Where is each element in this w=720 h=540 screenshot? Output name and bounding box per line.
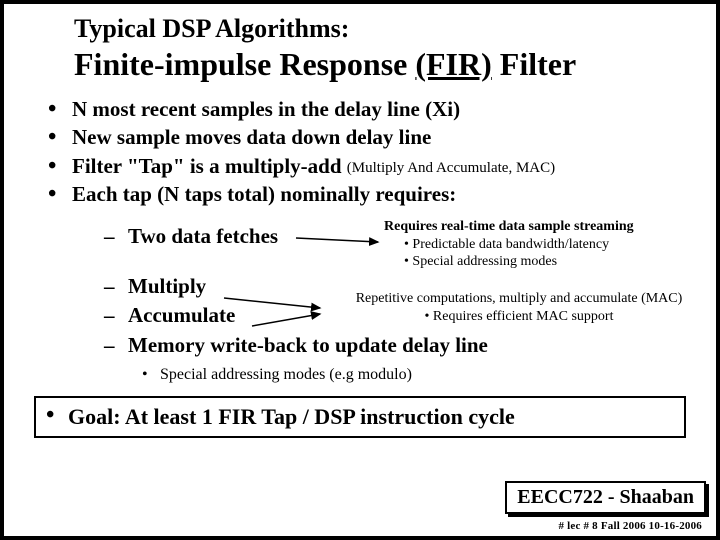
bullet-item: New sample moves data down delay line xyxy=(44,123,686,151)
dot-item: Special addressing modes (e.g modulo) xyxy=(142,366,686,384)
dash-text: Two data fetches xyxy=(128,224,278,248)
footer-meta-text: # lec # 8 Fall 2006 10-16-2006 xyxy=(559,520,702,532)
title-part-a: Finite-impulse Response xyxy=(74,46,415,82)
goal-box: Goal: At least 1 FIR Tap / DSP instructi… xyxy=(34,396,686,438)
course-box: EECC722 - Shaaban xyxy=(505,481,706,514)
dash-text: Accumulate xyxy=(128,303,235,327)
dash-text: Memory write-back to update delay line xyxy=(128,333,488,357)
bullet-text: New sample moves data down delay line xyxy=(72,125,431,149)
bullet-item: N most recent samples in the delay line … xyxy=(44,95,686,123)
bullet-text: Filter "Tap" is a multiply-add xyxy=(72,154,342,178)
inline-note-mac: (Multiply And Accumulate, MAC) xyxy=(347,160,555,176)
sub-block: Two data fetches Requires real-time data… xyxy=(44,222,686,384)
dash-text: Multiply xyxy=(128,274,206,298)
bullet-text: Each tap (N taps total) nominally requir… xyxy=(72,182,456,206)
note-line: Requires efficient MAC support xyxy=(324,308,714,326)
note-stream: Requires real-time data sample streaming… xyxy=(384,218,714,271)
note-title: Repetitive computations, multiply and ac… xyxy=(324,290,714,308)
main-bullet-list: N most recent samples in the delay line … xyxy=(44,95,686,208)
note-line: Predictable data bandwidth/latency xyxy=(404,236,714,254)
course-text: EECC722 - Shaaban xyxy=(517,486,694,508)
goal-text: Goal: At least 1 FIR Tap / DSP instructi… xyxy=(40,404,674,430)
note-title: Requires real-time data sample streaming xyxy=(384,218,714,236)
slide-subtitle: Typical DSP Algorithms: xyxy=(74,14,676,44)
slide-title: Finite-impulse Response (FIR) Filter xyxy=(74,46,676,83)
bullet-item: Filter "Tap" is a multiply-add (Multiply… xyxy=(44,152,686,180)
dot-list: Special addressing modes (e.g modulo) xyxy=(44,366,686,384)
footer-meta: # lec # 8 Fall 2006 10-16-2006 xyxy=(559,520,702,532)
dash-item: Memory write-back to update delay line xyxy=(104,331,686,360)
title-underline: (FIR) xyxy=(415,46,491,82)
note-line: Special addressing modes xyxy=(404,253,714,271)
bullet-text: N most recent samples in the delay line … xyxy=(72,97,460,121)
title-part-c: Filter xyxy=(492,46,576,82)
bullet-item: Each tap (N taps total) nominally requir… xyxy=(44,180,686,208)
note-mac: Repetitive computations, multiply and ac… xyxy=(324,290,714,325)
